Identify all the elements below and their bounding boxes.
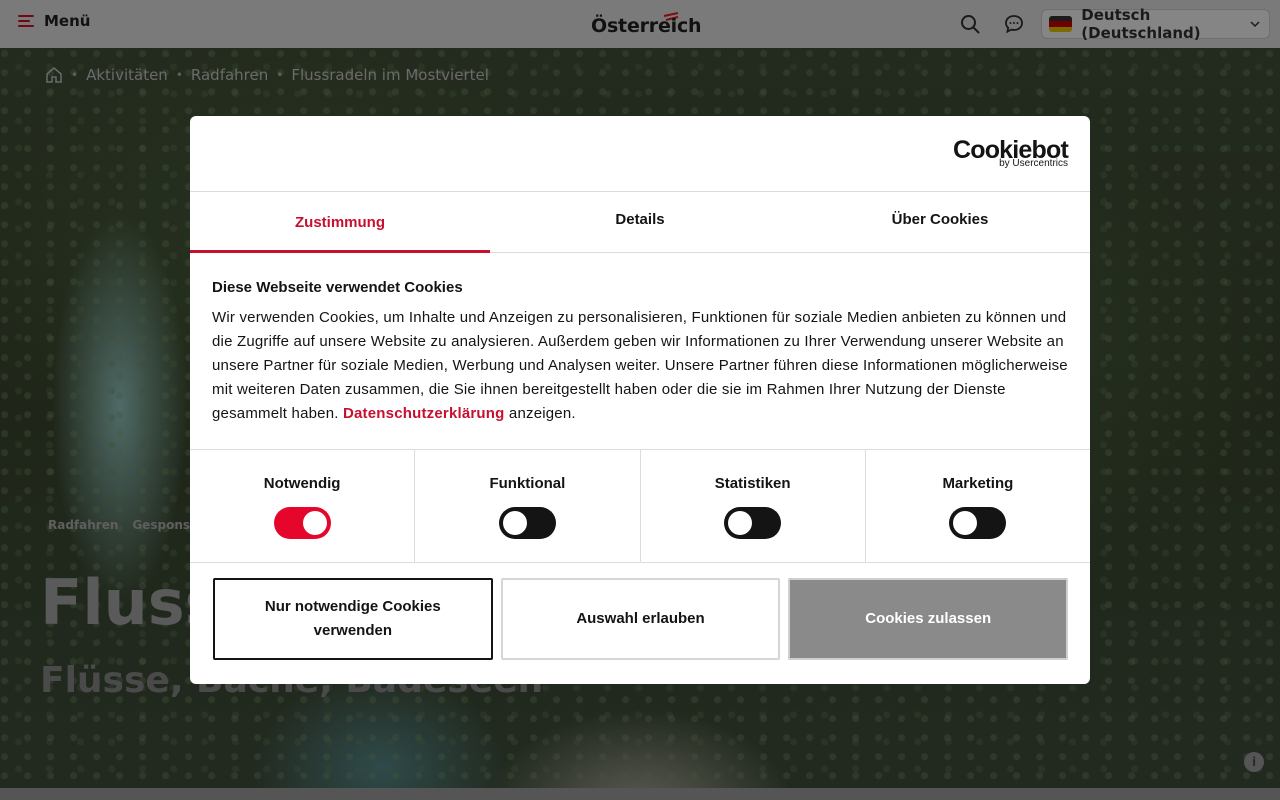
cookie-categories: Notwendig Funktional Statistiken Marketi… [190, 450, 1090, 563]
category-label: Notwendig [263, 475, 341, 492]
category-statistics: Statistiken [641, 450, 866, 562]
privacy-policy-link[interactable]: Datenschutzerklärung [343, 405, 505, 422]
dialog-heading: Diese Webseite verwendet Cookies [212, 279, 463, 296]
description-text: Wir verwenden Cookies, um Inhalte und An… [212, 309, 1068, 422]
dialog-description: Wir verwenden Cookies, um Inhalte und An… [212, 306, 1068, 426]
necessary-toggle[interactable] [273, 507, 331, 539]
necessary-only-button[interactable]: Nur notwendige Cookies verwenden [213, 578, 493, 660]
button-label: Auswahl erlauben [576, 610, 705, 627]
dialog-body: Diese Webseite verwendet Cookies Wir ver… [190, 253, 1090, 450]
toggle-knob [728, 511, 753, 535]
tab-about-cookies[interactable]: Über Cookies [790, 192, 1090, 252]
category-functional: Funktional [415, 450, 641, 562]
button-label: Cookies zulassen [865, 610, 992, 627]
category-marketing: Marketing [866, 450, 1090, 562]
tab-consent[interactable]: Zustimmung [190, 192, 490, 253]
category-label: Funktional [489, 475, 566, 492]
cookie-consent-dialog: Cookiebot by Usercentrics Zustimmung Det… [190, 116, 1090, 684]
tab-details[interactable]: Details [490, 192, 790, 252]
dialog-header: Cookiebot by Usercentrics [190, 116, 1090, 192]
category-label: Marketing [942, 475, 1014, 492]
toggle-knob [502, 511, 527, 535]
category-label: Statistiken [714, 475, 791, 492]
marketing-toggle[interactable] [949, 507, 1007, 539]
brand-sub: by Usercentrics [999, 158, 1068, 169]
cookiebot-logo[interactable]: Cookiebot by Usercentrics [953, 136, 1069, 170]
functional-toggle[interactable] [498, 507, 556, 539]
allow-selection-button[interactable]: Auswahl erlauben [500, 578, 781, 660]
toggle-knob [953, 511, 978, 535]
allow-all-button[interactable]: Cookies zulassen [788, 578, 1069, 660]
statistics-toggle[interactable] [724, 507, 782, 539]
button-label: Nur notwendige Cookies verwenden [264, 598, 441, 639]
toggle-knob [302, 511, 327, 535]
dialog-tabs: Zustimmung Details Über Cookies [190, 192, 1090, 253]
description-suffix: anzeigen. [508, 405, 576, 422]
dialog-actions: Nur notwendige Cookies verwenden Auswahl… [190, 563, 1090, 660]
category-necessary: Notwendig [190, 450, 416, 562]
